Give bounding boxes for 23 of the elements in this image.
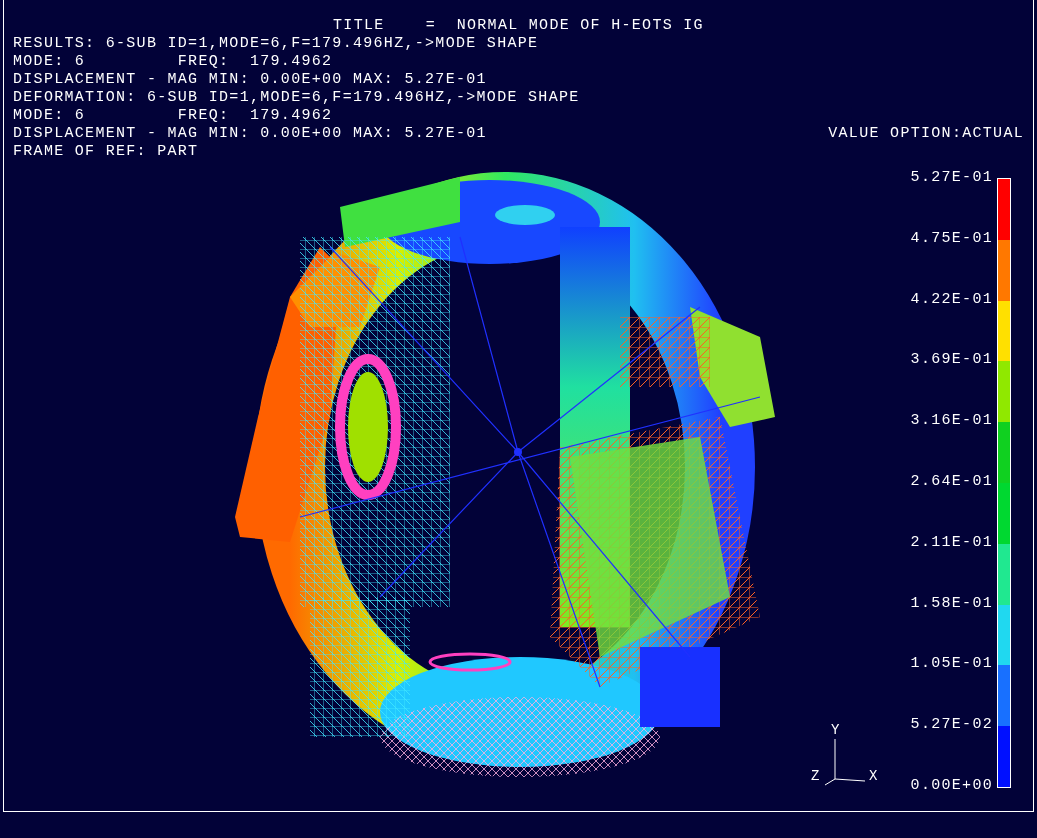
legend-value-label: 3.69E-01 <box>910 351 993 370</box>
axis-label: X <box>869 769 879 783</box>
axis-label: Y <box>831 723 841 737</box>
legend-value-label: 2.11E-01 <box>910 533 993 552</box>
legend-value-label: 3.16E-01 <box>910 412 993 431</box>
legend-value-label: 2.64E-01 <box>910 473 993 491</box>
results-info-line: DISPLACEMENT - MAG MIN: 0.00E+00 MAX: 5.27E-01 <box>13 71 487 89</box>
results-info-line: RESULTS: 6-SUB ID=1,MODE=6,F=179.496HZ,->MODE SHAPE <box>13 35 539 53</box>
legend-value-label: 4.75E-01 <box>910 229 993 248</box>
legend-value-label: 4.22E-01 <box>910 290 993 309</box>
axis-label: Z <box>811 769 821 783</box>
results-info-line: MODE: 6 FREQ: 179.4962 <box>13 107 333 125</box>
legend-value-label: 1.58E-01 <box>910 594 993 613</box>
results-info-line: MODE: 6 FREQ: 179.4962 <box>13 53 333 71</box>
plot-title: TITLE = NORMAL MODE OF H-EOTS IG <box>333 17 704 35</box>
results-info-line: DEFORMATION: 6-SUB ID=1,MODE=6,F=179.496HZ,->MODE SHAPE <box>13 89 580 107</box>
legend-value-label: 5.27E-02 <box>910 716 993 735</box>
legend-value-label: 0.00E+00 <box>910 776 993 795</box>
value-option-label: VALUE OPTION:ACTUAL <box>828 125 1024 143</box>
legend-value-label: 1.05E-01 <box>910 655 993 674</box>
results-info-line: FRAME OF REF: PART <box>13 143 199 161</box>
results-info-line: DISPLACEMENT - MAG MIN: 0.00E+00 MAX: 5.27E-01 <box>13 125 487 143</box>
legend-value-label: 5.27E-01 <box>910 169 993 187</box>
